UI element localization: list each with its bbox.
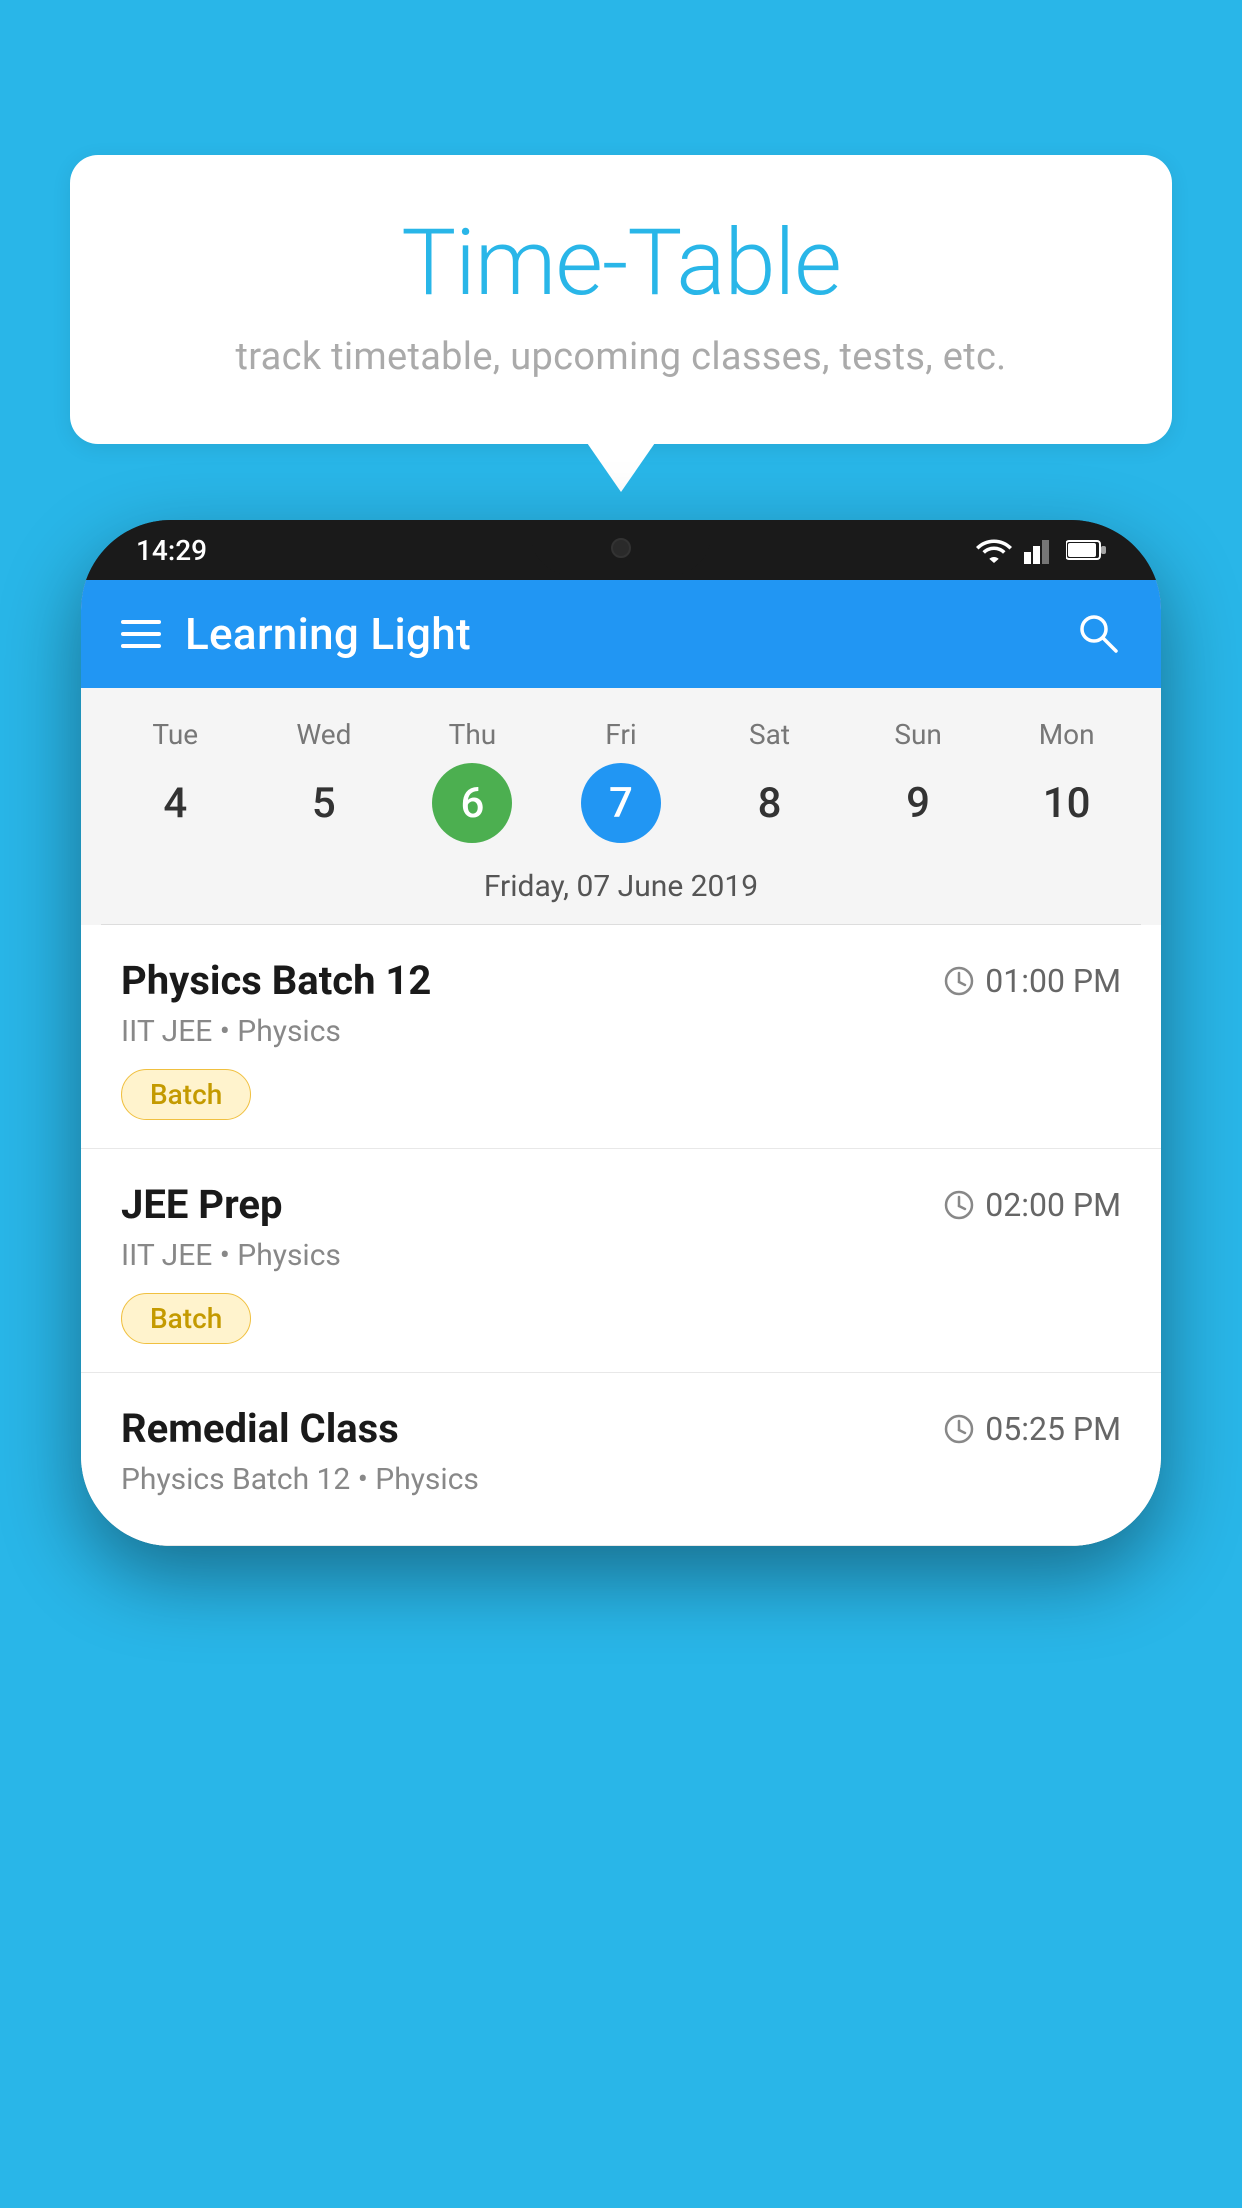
schedule-time: 02:00 PM xyxy=(943,1186,1121,1224)
schedule-item-2[interactable]: Remedial Class 05:25 PM Physics Batch 12 … xyxy=(81,1373,1161,1546)
day-number: 4 xyxy=(135,763,215,843)
day-number: 5 xyxy=(284,763,364,843)
batch-badge: Batch xyxy=(121,1293,251,1344)
notch xyxy=(531,520,711,575)
schedule-item-header: JEE Prep 02:00 PM xyxy=(121,1181,1121,1228)
speech-bubble: Time-Table track timetable, upcoming cla… xyxy=(70,155,1172,444)
calendar-day-8[interactable]: Sat 8 xyxy=(710,718,830,843)
schedule-subtitle: IIT JEE • Physics xyxy=(121,1014,1121,1049)
day-label: Thu xyxy=(449,718,497,751)
status-time: 14:29 xyxy=(136,534,207,567)
schedule-subtitle: IIT JEE • Physics xyxy=(121,1238,1121,1273)
app-name-label: Learning Light xyxy=(185,608,471,660)
days-row: Tue 4 Wed 5 Thu 6 Fri 7 Sat 8 Sun 9 Mon 10 xyxy=(81,708,1161,853)
schedule-item-header: Physics Batch 12 01:00 PM xyxy=(121,957,1121,1004)
wifi-icon xyxy=(976,537,1012,563)
app-screen: Learning Light Tue4Wed5Thu6Fri7Sat8Sun9M… xyxy=(81,580,1161,1546)
day-label: Mon xyxy=(1039,718,1095,751)
day-label: Sun xyxy=(894,718,942,751)
bubble-title: Time-Table xyxy=(130,210,1112,317)
bubble-subtitle: track timetable, upcoming classes, tests… xyxy=(130,335,1112,379)
calendar-day-4[interactable]: Tue 4 xyxy=(115,718,235,843)
calendar-day-7[interactable]: Fri 7 xyxy=(561,718,681,843)
calendar-day-9[interactable]: Sun 9 xyxy=(858,718,978,843)
schedule-time: 01:00 PM xyxy=(943,962,1121,1000)
day-label: Wed xyxy=(296,718,351,751)
schedule-subtitle: Physics Batch 12 • Physics xyxy=(121,1462,1121,1497)
hamburger-menu-button[interactable] xyxy=(121,620,161,648)
app-toolbar: Learning Light xyxy=(81,580,1161,688)
schedule-item-0[interactable]: Physics Batch 12 01:00 PM IIT JEE • Physi… xyxy=(81,925,1161,1149)
schedule-item-header: Remedial Class 05:25 PM xyxy=(121,1405,1121,1452)
calendar-day-5[interactable]: Wed 5 xyxy=(264,718,384,843)
schedule-title: Remedial Class xyxy=(121,1405,399,1452)
day-label: Tue xyxy=(152,718,198,751)
day-label: Sat xyxy=(749,718,790,751)
day-number: 6 xyxy=(432,763,512,843)
phone-device: 14:29 xyxy=(81,520,1161,1546)
schedule-time: 05:25 PM xyxy=(943,1410,1121,1448)
signal-icon xyxy=(1024,536,1054,564)
schedule-item-1[interactable]: JEE Prep 02:00 PM IIT JEE • Physics Batch xyxy=(81,1149,1161,1373)
status-bar: 14:29 xyxy=(81,520,1161,580)
day-number: 8 xyxy=(730,763,810,843)
camera xyxy=(611,538,631,558)
battery-icon xyxy=(1066,539,1106,561)
schedule-title: JEE Prep xyxy=(121,1181,282,1228)
day-number: 7 xyxy=(581,763,661,843)
schedule-list: Physics Batch 12 01:00 PM IIT JEE • Physi… xyxy=(81,925,1161,1546)
batch-badge: Batch xyxy=(121,1069,251,1120)
calendar-day-6[interactable]: Thu 6 xyxy=(412,718,532,843)
day-number: 9 xyxy=(878,763,958,843)
day-number: 10 xyxy=(1027,763,1107,843)
selected-date-label: Friday, 07 June 2019 xyxy=(81,853,1161,924)
toolbar-left: Learning Light xyxy=(121,608,471,660)
speech-bubble-section: Time-Table track timetable, upcoming cla… xyxy=(70,155,1172,444)
calendar-section: Tue 4 Wed 5 Thu 6 Fri 7 Sat 8 Sun 9 Mon 10 Friday, 07… xyxy=(81,688,1161,925)
calendar-day-10[interactable]: Mon 10 xyxy=(1007,718,1127,843)
day-label: Fri xyxy=(605,718,636,751)
status-icons xyxy=(976,536,1106,564)
phone-wrapper: 14:29 xyxy=(81,520,1161,1546)
search-button[interactable] xyxy=(1073,608,1121,660)
schedule-title: Physics Batch 12 xyxy=(121,957,431,1004)
